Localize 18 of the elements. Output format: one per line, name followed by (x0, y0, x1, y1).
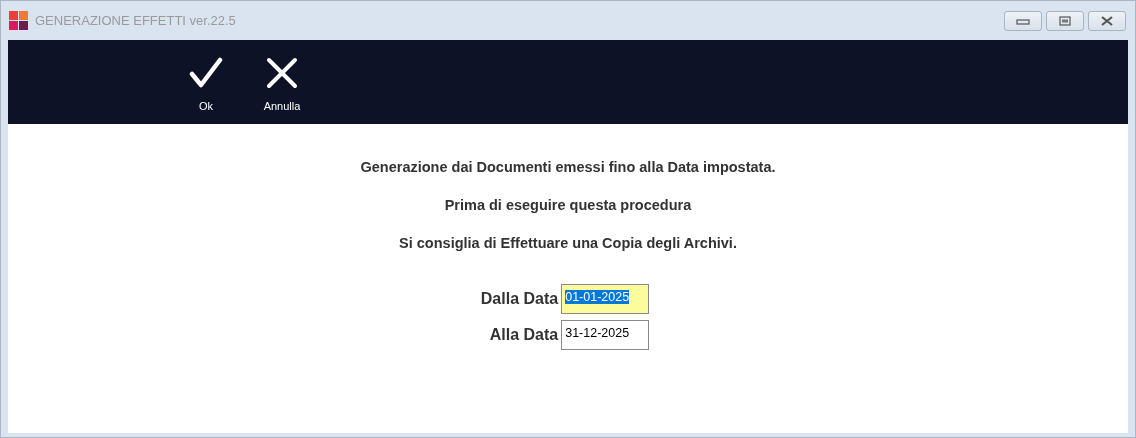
maximize-icon (1058, 15, 1072, 26)
field-label: Dalla Data (480, 290, 559, 308)
app-logo-icon (9, 10, 29, 31)
window-title: GENERAZIONE EFFETTI ver.22.5 (35, 13, 236, 28)
minimize-button[interactable] (1004, 10, 1042, 31)
close-icon (266, 57, 298, 89)
close-icon (1100, 15, 1114, 26)
date-field[interactable]: 31-12-2025 (561, 320, 650, 350)
checkmark-icon (189, 57, 223, 89)
message-text: Generazione dai Documenti emessi fino alla Data impostata. (360, 158, 776, 177)
maximize-button[interactable] (1046, 10, 1084, 31)
cancel-button[interactable]: Annulla (263, 100, 301, 112)
message-text: Si consiglia di Effettuare una Copia degli Archivi. (399, 234, 737, 253)
ok-button[interactable]: Ok (198, 100, 214, 112)
message-text: Prima di eseguire questa procedura (444, 196, 692, 215)
date-field[interactable]: 01-01-2025 (561, 284, 650, 314)
close-button[interactable] (1088, 10, 1126, 31)
field-label: Alla Data (489, 326, 559, 344)
